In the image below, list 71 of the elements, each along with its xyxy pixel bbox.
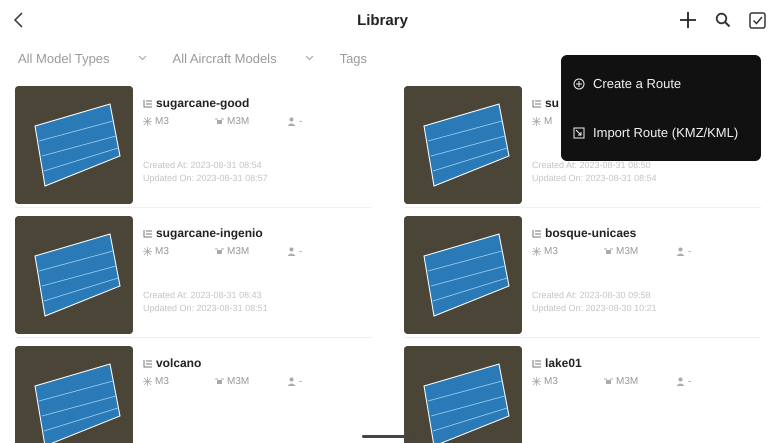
- drone-icon: [215, 247, 224, 256]
- plus-circle-icon: [573, 78, 585, 90]
- aircraft-model-label: M3M: [616, 376, 638, 387]
- aircraft-model-label: M3M: [227, 116, 250, 127]
- person-icon: [287, 117, 296, 126]
- model-type-label: M3: [155, 376, 169, 387]
- route-icon: [143, 98, 153, 108]
- grid-icon: [532, 247, 541, 256]
- chevron-down-icon: [304, 55, 314, 61]
- plus-icon[interactable]: [679, 11, 697, 29]
- grid-icon: [532, 117, 541, 126]
- person-icon: [676, 377, 685, 386]
- map-thumbnail[interactable]: [15, 216, 133, 334]
- person-icon: [676, 247, 685, 256]
- user-label: -: [688, 376, 692, 387]
- grid-icon: [532, 377, 541, 386]
- drone-icon: [604, 377, 613, 386]
- grid-icon: [143, 117, 152, 126]
- route-icon: [532, 358, 542, 368]
- updated-date: Updated On: 2023-08-31 08:51: [143, 302, 268, 315]
- created-date: Created At: 2023-08-31 08:50: [532, 159, 651, 172]
- aircraft-model-label: M3M: [227, 246, 250, 257]
- updated-date: Updated On: 2023-08-31 08:57: [143, 172, 268, 185]
- menu-item[interactable]: Create a Route: [561, 59, 761, 108]
- model-type-label: M3: [155, 116, 169, 127]
- model-type-label: M: [544, 116, 552, 127]
- model-type-label: M3: [544, 246, 558, 257]
- user-label: -: [688, 246, 692, 257]
- drone-icon: [604, 247, 613, 256]
- user-label: -: [299, 376, 302, 387]
- route-icon: [143, 228, 153, 238]
- person-icon: [287, 247, 296, 256]
- route-name: su: [545, 96, 560, 110]
- updated-date: Updated On: 2023-08-30 10:21: [532, 302, 657, 315]
- route-name: lake01: [545, 356, 582, 370]
- model-type-label: M3: [544, 376, 558, 387]
- route-name: sugarcane-ingenio: [156, 226, 263, 240]
- route-name: volcano: [156, 356, 202, 370]
- chevron-down-icon: [138, 55, 147, 61]
- map-thumbnail[interactable]: [15, 86, 133, 204]
- aircraft-model-label: M3M: [616, 246, 638, 257]
- search-icon[interactable]: [715, 12, 731, 28]
- user-label: -: [299, 116, 302, 127]
- map-thumbnail[interactable]: [404, 86, 522, 204]
- route-icon: [532, 228, 542, 238]
- map-thumbnail[interactable]: [15, 346, 133, 443]
- aircraft-model-label: M3M: [227, 376, 250, 387]
- map-thumbnail[interactable]: [404, 346, 522, 443]
- created-date: Created At: 2023-08-31 08:54: [143, 159, 262, 172]
- grid-icon: [143, 377, 152, 386]
- route-name: bosque-unicaes: [545, 226, 636, 240]
- drone-icon: [215, 117, 224, 126]
- person-icon: [287, 377, 296, 386]
- checkbox-icon[interactable]: [749, 12, 766, 28]
- route-icon: [143, 358, 153, 368]
- drone-icon: [215, 377, 224, 386]
- page-title: Library: [356, 12, 409, 28]
- filter-dropdown[interactable]: All Aircraft Models: [172, 50, 314, 66]
- filter-dropdown[interactable]: All Model Types: [18, 50, 147, 66]
- created-date: Created At: 2023-08-30 09:58: [532, 289, 651, 302]
- route-name: sugarcane-good: [156, 96, 250, 110]
- grid-icon: [143, 247, 152, 256]
- user-label: -: [299, 246, 302, 257]
- menu-item[interactable]: Import Route (KMZ/KML): [561, 108, 761, 157]
- model-type-label: M3: [155, 246, 169, 257]
- map-thumbnail[interactable]: [404, 216, 522, 334]
- created-date: Created At: 2023-08-31 08:43: [143, 289, 262, 302]
- filter-dropdown[interactable]: Tags: [340, 50, 368, 66]
- import-icon: [573, 126, 585, 138]
- route-icon: [532, 98, 542, 108]
- updated-date: Updated On: 2023-08-31 08:54: [532, 172, 657, 185]
